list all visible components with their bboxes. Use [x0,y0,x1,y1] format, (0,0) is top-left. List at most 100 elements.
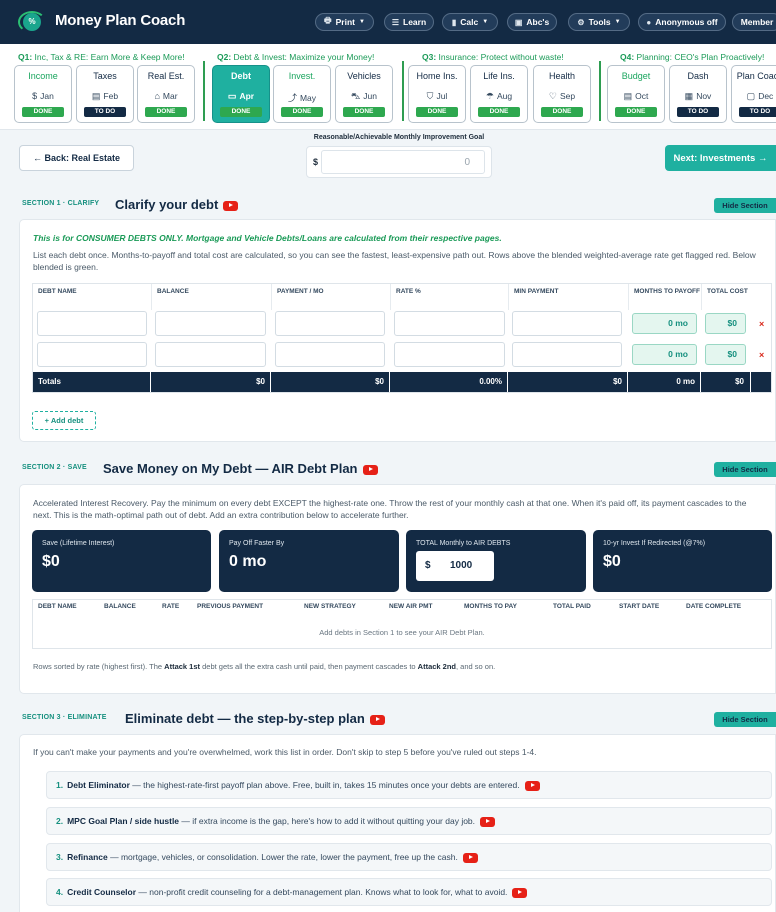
min-payment-input[interactable] [512,342,622,367]
column-header: RATE [162,603,180,610]
logo-icon[interactable]: % [18,9,46,35]
total-months: 0 mo [628,372,701,392]
column-header: MONTHS TO PAY [464,603,517,610]
next-button[interactable]: Next: Investments → [665,145,776,171]
status-badge: DONE [145,107,187,117]
toolbar-label: Anonymous off [655,17,718,27]
month-tile-may[interactable]: Invest. ⤴ May DONE [273,65,331,123]
month-tile-jan[interactable]: Income $ Jan DONE [14,65,72,123]
chevron-down-icon: ▼ [482,19,489,25]
payment-input[interactable] [275,311,385,336]
payoff-faster-card: Pay Off Faster By 0 mo [219,530,399,592]
calc-button[interactable]: ▮ Calc ▼ [442,13,498,31]
tile-month: ▤ Feb [91,91,119,101]
month-tile-jul[interactable]: Home Ins. ⛉ Jul DONE [408,65,466,123]
step-item[interactable]: 4. Credit Counselor — non-profit credit c… [46,878,772,906]
delete-row-icon[interactable]: × [759,350,764,360]
tile-category: Real Est. [147,71,185,81]
section-2-description: Accelerated Interest Recovery. Pay the m… [33,498,747,520]
toolbar-label: Calc [460,17,479,27]
section-1-title: Clarify your debt [115,197,239,212]
status-badge: TO DO [677,107,719,117]
hide-section-2-button[interactable]: Hide Section [714,462,776,477]
book-icon: ▣ [514,17,523,27]
air-total-card: TOTAL Monthly to AIR DEBTS $ 1000 [406,530,586,592]
debt-name-input[interactable] [37,342,147,367]
column-header: NEW STRATEGY [304,603,356,610]
month-tile-sep[interactable]: Health ♡ Sep DONE [533,65,591,123]
chevron-down-icon: ▼ [358,19,365,25]
month-navigation: Q1: Inc, Tax & RE: Earn More & Keep More… [0,44,776,130]
month-tile-dec[interactable]: Plan Coach ▢Dec TO DO [731,65,776,123]
youtube-icon[interactable] [512,887,528,898]
month-tile-aug[interactable]: Life Ins. ☂ Aug DONE [470,65,528,123]
youtube-icon[interactable] [480,816,496,827]
toolbar-label: Abc's [526,17,550,27]
status-badge: DONE [220,107,262,117]
print-button[interactable]: 🖶 Print ▼ [315,13,374,31]
balance-input[interactable] [155,342,266,367]
step-item[interactable]: 3. Refinance — mortgage, vehicles, or con… [46,843,772,871]
goal-label: Reasonable/Achievable Monthly Improvemen… [313,134,485,141]
month-tile-oct[interactable]: Budget ▤ Oct DONE [607,65,665,123]
dollar-icon: $ [32,91,38,101]
step-item[interactable]: 2. MPC Goal Plan / side hustle — if extra… [46,807,772,835]
balance-input[interactable] [155,311,266,336]
delete-row-icon[interactable]: × [759,319,764,329]
section-3-title: Eliminate debt — the step-by-step plan [125,711,385,726]
youtube-icon[interactable] [462,852,478,863]
payment-input[interactable] [275,342,385,367]
air-monthly-input[interactable]: $ 1000 [416,551,494,581]
step-item[interactable]: 1. Debt Eliminator — the highest-rate-fir… [46,771,772,799]
status-badge: DONE [478,107,520,117]
tile-category: Health [548,71,575,81]
youtube-icon[interactable] [223,200,239,211]
youtube-icon[interactable] [362,464,378,475]
learn-button[interactable]: ☰ Learn [384,13,434,31]
member-button[interactable]: Member [732,13,776,31]
column-header: TOTAL PAID [553,603,591,610]
month-tile-nov[interactable]: Dash ▦ Nov TO DO [669,65,727,123]
total-cost-value: $0 [705,313,746,334]
add-debt-button[interactable]: + Add debt [32,411,96,430]
consumer-debt-note: This is for CONSUMER DEBTS ONLY. Mortgag… [33,233,502,243]
tile-category: Budget [621,71,651,81]
column-header: PREVIOUS PAYMENT [197,603,264,610]
hide-section-3-button[interactable]: Hide Section [714,712,776,727]
tile-category: Income [28,71,58,81]
section-3-label: SECTION 3 · ELIMINATE [22,714,107,721]
youtube-icon[interactable] [524,780,540,791]
month-tile-mar[interactable]: Real Est. ⌂ Mar DONE [137,65,195,123]
months-to-payoff-value: 0 mo [632,313,697,334]
youtube-icon[interactable] [369,714,385,725]
rate-input[interactable] [394,342,505,367]
back-button[interactable]: ← Back: Real Estate [19,145,134,171]
tile-category: Home Ins. [416,71,458,81]
min-payment-input[interactable] [512,311,622,336]
section-2-label: SECTION 2 · SAVE [22,464,87,471]
trending-up-icon: ⤴ [287,93,297,103]
column-header: START DATE [619,603,660,610]
column-header: DEBT NAME [38,603,77,610]
abc-s-button[interactable]: ▣ Abc's [507,13,557,31]
quarter-2-title: Q2: Debt & Invest: Maximize your Money! [217,52,375,62]
status-badge: DONE [615,107,657,117]
tile-month: ⤴ May [287,93,317,103]
hide-section-1-button[interactable]: Hide Section [714,198,776,213]
tools-button[interactable]: ⚙ Tools ▼ [568,13,630,31]
anonymous-off-button[interactable]: ● Anonymous off [638,13,726,31]
month-tile-feb[interactable]: Taxes ▤ Feb TO DO [76,65,134,123]
status-badge: DONE [343,107,385,117]
goal-input[interactable] [321,150,485,174]
toolbar-label: Learn [403,17,427,27]
month-tile-jun[interactable]: Vehicles ⛍ Jun DONE [335,65,393,123]
rate-input[interactable] [394,311,505,336]
tile-category: Debt [231,71,251,81]
month-tile-apr[interactable]: Debt ▭ Apr DONE [212,65,270,123]
status-badge: TO DO [739,107,776,117]
document-icon: ▤ [623,91,633,101]
column-header: DEBT NAME [33,284,152,310]
invest-redirect-card: 10-yr Invest If Redirected (@7%) $0 [593,530,772,592]
total-min-payment: $0 [508,372,628,392]
debt-name-input[interactable] [37,311,147,336]
